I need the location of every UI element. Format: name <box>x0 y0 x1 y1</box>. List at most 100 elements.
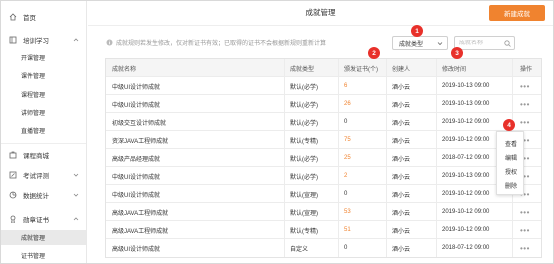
column-divider <box>338 59 339 257</box>
cell-time: 2019-10-12 09:00 <box>442 209 490 215</box>
cell-type: 默认(必学) <box>290 174 318 181</box>
divider <box>88 25 553 26</box>
new-achievement-button[interactable]: 新建成就 <box>489 5 545 21</box>
sidebar: 首页 培训学习 开课管理 课件管理 课程管理 讲师管理 直播管理 课程商城 考试… <box>1 1 87 263</box>
menu-item-delete[interactable]: 删除 <box>497 178 525 192</box>
menu-item-view[interactable]: 查看 <box>497 136 525 150</box>
chevron-up-icon <box>73 216 79 222</box>
sidebar-item-training[interactable]: 培训学习 <box>1 32 86 48</box>
cell-type: 默认(宣理) <box>290 192 318 199</box>
cell-creator: 酒小云 <box>392 174 411 181</box>
sidebar-item-exam[interactable]: 考试评测 <box>1 167 86 183</box>
column-header-creator: 创建人 <box>392 66 411 73</box>
cell-time: 2019-10-13 09:00 <box>442 83 490 89</box>
chevron-up-icon <box>73 37 79 43</box>
cell-creator: 酒小云 <box>392 120 411 127</box>
column-header-name: 成就名称 <box>112 66 137 73</box>
cell-time: 2018-07-12 09:00 <box>442 245 490 251</box>
sidebar-subitem-class[interactable]: 开课管理 <box>1 50 86 65</box>
achievements-table: 成就名称 成就类型 颁发证书(个) 创建人 修改时间 操作 中级UI设计师成就默… <box>105 58 542 258</box>
chevron-down-icon <box>73 172 79 178</box>
cell-creator: 酒小云 <box>392 156 411 163</box>
sidebar-item-course-mall[interactable]: 课程商城 <box>1 147 86 163</box>
sidebar-item-label: 数据统计 <box>23 193 49 200</box>
cell-type: 默认(必学) <box>290 84 318 91</box>
cell-creator: 酒小云 <box>392 192 411 199</box>
search-input[interactable] <box>459 40 503 46</box>
cell-issued: 0 <box>344 191 348 197</box>
cell-creator: 酒小云 <box>392 102 411 109</box>
cell-issued: 6 <box>344 83 348 89</box>
notice: 成就规则若发生修改，仅对新证书有效；已取得的证书不会根据新规则重新计算 <box>106 38 326 47</box>
cell-type: 默认(必学) <box>290 156 318 163</box>
sidebar-item-label: 考试评测 <box>23 173 49 180</box>
sidebar-subitem-courseware[interactable]: 课件管理 <box>1 68 86 83</box>
edit-icon <box>9 171 17 179</box>
achievement-type-select[interactable]: 成就类型 <box>392 36 448 50</box>
cell-time: 2019-10-12 09:00 <box>442 137 490 143</box>
menu-item-edit[interactable]: 编辑 <box>497 150 525 164</box>
column-divider <box>284 59 285 257</box>
column-header-time: 修改时间 <box>442 66 467 73</box>
cell-type: 默认(宣理) <box>290 210 318 217</box>
sidebar-subitem-certificates[interactable]: 证书管理 <box>1 248 86 263</box>
cell-creator: 酒小云 <box>392 84 411 91</box>
sidebar-subitem-course[interactable]: 课程管理 <box>1 87 86 102</box>
more-actions-icon[interactable]: ••• <box>520 239 530 257</box>
cell-time: 2018-07-12 09:00 <box>442 155 490 161</box>
cell-issued: 26 <box>344 101 351 107</box>
more-actions-icon[interactable]: ••• <box>520 95 530 113</box>
column-header-issued: 颁发证书(个) <box>344 66 378 73</box>
sidebar-item-home[interactable]: 首页 <box>1 9 86 25</box>
menu-item-authorize[interactable]: 授权 <box>497 164 525 178</box>
cell-issued: 75 <box>344 137 351 143</box>
more-actions-icon[interactable]: ••• <box>520 221 530 239</box>
search-icon[interactable] <box>504 40 511 47</box>
sidebar-item-stats[interactable]: 数据统计 <box>1 187 86 203</box>
table-row: 高级UI设计师成就 自定义 0 酒小云 2018-07-12 09:00 ••• <box>106 239 541 257</box>
table-row: 高级JAVA工程师成就 默认(专精) 51 酒小云 2019-10-12 09:00 ••… <box>106 221 541 239</box>
medal-icon <box>9 215 17 223</box>
table-row: 中级UI设计师成就 默认(必学) 2 酒小云 2019-10-13 09:00 ••• <box>106 167 541 185</box>
search-box[interactable] <box>454 36 515 50</box>
cell-type: 默认(必学) <box>290 120 318 127</box>
column-divider <box>436 59 437 257</box>
cell-type: 默认(专精) <box>290 138 318 145</box>
sidebar-subitem-achievements[interactable]: 成就管理 <box>1 230 86 245</box>
cell-time: 2019-10-12 09:00 <box>442 191 490 197</box>
sidebar-subitem-lecturer[interactable]: 讲师管理 <box>1 105 86 120</box>
column-header-type: 成就类型 <box>290 66 315 73</box>
cell-name: 高级UI设计师成就 <box>112 246 161 253</box>
sidebar-item-label: 勋章证书 <box>23 217 49 224</box>
callout-badge: 1 <box>411 25 423 37</box>
cell-creator: 酒小云 <box>392 210 411 217</box>
cell-issued: 0 <box>344 245 348 251</box>
sidebar-subitem-live[interactable]: 直播管理 <box>1 123 86 138</box>
cell-type: 默认(必学) <box>290 102 318 109</box>
sidebar-item-certificates[interactable]: 勋章证书 <box>1 211 86 227</box>
sidebar-item-label: 培训学习 <box>23 38 49 45</box>
more-actions-icon[interactable]: ••• <box>520 77 530 95</box>
cell-time: 2019-10-12 09:00 <box>442 227 490 233</box>
table-row: 高级产品经理成就 默认(必学) 25 酒小云 2018-07-12 09:00 ••• <box>106 149 541 167</box>
book-icon <box>9 36 17 44</box>
chart-icon <box>9 191 17 199</box>
cell-name: 初级交互设计师成就 <box>112 120 167 127</box>
cell-name: 中级UI设计师成就 <box>112 102 161 109</box>
chevron-down-icon <box>73 192 79 198</box>
divider <box>1 143 86 144</box>
cell-type: 默认(专精) <box>290 228 318 235</box>
cell-name: 中级UI设计师成就 <box>112 84 161 91</box>
table-row: 中级UI设计师成就 默认(必学) 6 酒小云 2019-10-13 09:00 ••• <box>106 77 541 95</box>
app-window: 首页 培训学习 开课管理 课件管理 课程管理 讲师管理 直播管理 课程商城 考试… <box>0 0 554 264</box>
table-row: 中级UI设计师成就 默认(宣理) 0 酒小云 2019-10-12 09:00 ••• <box>106 185 541 203</box>
home-icon <box>9 13 17 21</box>
column-divider <box>386 59 387 257</box>
cell-creator: 酒小云 <box>392 138 411 145</box>
cart-icon <box>9 151 17 159</box>
cell-name: 中级UI设计师成就 <box>112 192 161 199</box>
more-actions-icon[interactable]: ••• <box>520 113 530 131</box>
row-actions-menu: 查看 编辑 授权 删除 <box>496 131 524 195</box>
more-actions-icon[interactable]: ••• <box>520 203 530 221</box>
cell-name: 高级JAVA工程师成就 <box>112 210 169 217</box>
